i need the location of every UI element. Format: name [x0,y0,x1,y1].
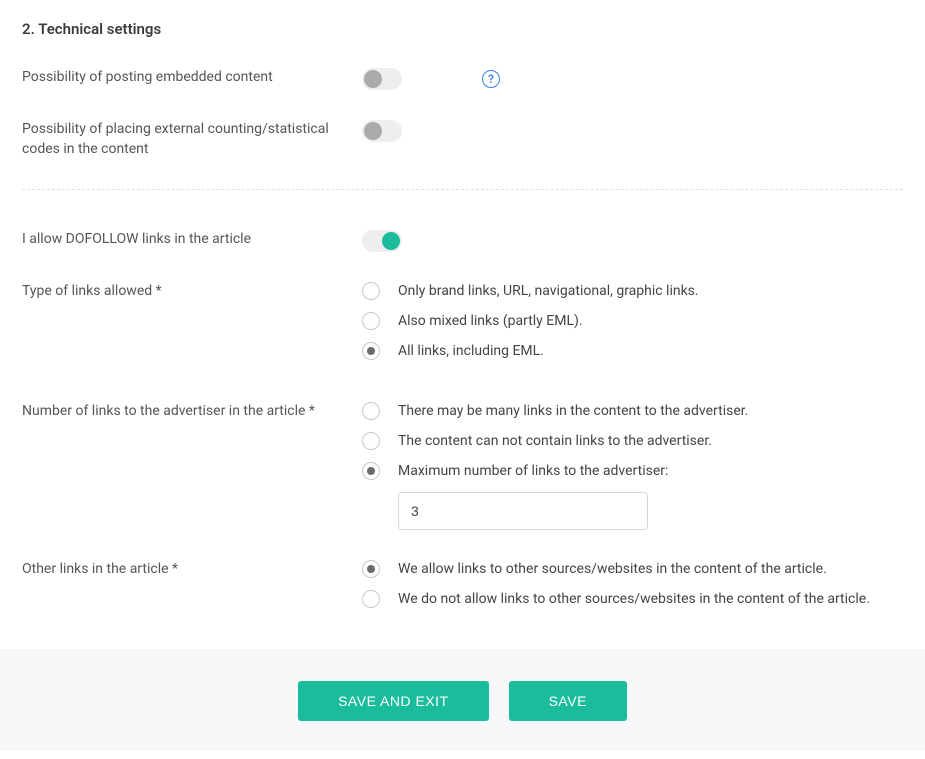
label-num-links: Number of links to the advertiser in the… [22,402,362,422]
toggle-external-codes[interactable] [362,120,402,142]
num_links-option-1[interactable]: The content can not contain links to the… [362,432,903,450]
link-types-options: Only brand links, URL, navigational, gra… [362,282,903,372]
radio-button[interactable] [362,312,380,330]
label-other-links: Other links in the article * [22,560,362,580]
toggle-dofollow[interactable] [362,230,402,252]
section-title: 2. Technical settings [22,20,903,38]
row-embedded-content: Possibility of posting embedded content … [22,68,903,90]
footer: SAVE AND EXIT SAVE [0,650,925,751]
radio-label: We allow links to other sources/websites… [398,561,827,577]
link_types-option-1[interactable]: Also mixed links (partly EML). [362,312,903,330]
radio-label: Also mixed links (partly EML). [398,313,583,329]
radio-label: All links, including EML. [398,343,544,359]
max-links-input[interactable] [398,492,648,530]
help-icon[interactable]: ? [482,70,500,88]
radio-button[interactable] [362,342,380,360]
row-external-codes: Possibility of placing external counting… [22,120,903,159]
radio-label: We do not allow links to other sources/w… [398,591,870,607]
radio-button[interactable] [362,432,380,450]
label-dofollow: I allow DOFOLLOW links in the article [22,230,362,250]
radio-button[interactable] [362,560,380,578]
label-link-types: Type of links allowed * [22,282,362,302]
divider [22,189,903,190]
num_links-option-0[interactable]: There may be many links in the content t… [362,402,903,420]
radio-button[interactable] [362,462,380,480]
other-links-options: We allow links to other sources/websites… [362,560,903,620]
num-links-options: There may be many links in the content t… [362,402,903,530]
radio-button[interactable] [362,282,380,300]
radio-label: Maximum number of links to the advertise… [398,463,668,479]
radio-button[interactable] [362,402,380,420]
row-dofollow: I allow DOFOLLOW links in the article [22,230,903,252]
other_links-option-0[interactable]: We allow links to other sources/websites… [362,560,903,578]
link_types-option-0[interactable]: Only brand links, URL, navigational, gra… [362,282,903,300]
radio-label: There may be many links in the content t… [398,403,748,419]
row-other-links: Other links in the article * We allow li… [22,560,903,620]
toggle-embedded-content[interactable] [362,68,402,90]
link_types-option-2[interactable]: All links, including EML. [362,342,903,360]
other_links-option-1[interactable]: We do not allow links to other sources/w… [362,590,903,608]
row-num-links: Number of links to the advertiser in the… [22,402,903,530]
radio-label: The content can not contain links to the… [398,433,712,449]
label-embedded-content: Possibility of posting embedded content [22,68,362,88]
radio-label: Only brand links, URL, navigational, gra… [398,283,699,299]
save-button[interactable]: SAVE [509,681,627,721]
save-and-exit-button[interactable]: SAVE AND EXIT [298,681,489,721]
row-link-types: Type of links allowed * Only brand links… [22,282,903,372]
radio-button[interactable] [362,590,380,608]
label-external-codes: Possibility of placing external counting… [22,120,362,159]
num_links-option-2[interactable]: Maximum number of links to the advertise… [362,462,903,480]
